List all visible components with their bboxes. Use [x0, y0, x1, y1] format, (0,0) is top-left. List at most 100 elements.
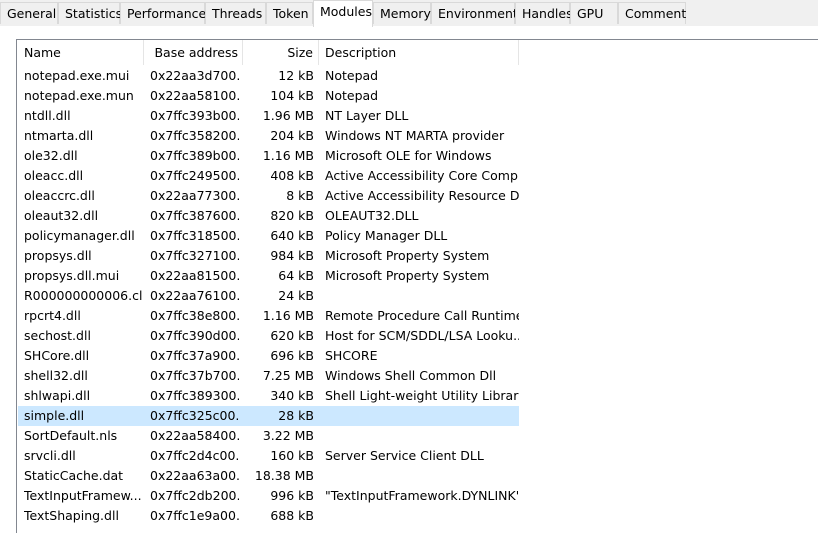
tab-memory[interactable]: Memory: [373, 2, 431, 24]
module-size: 24 kB: [278, 288, 314, 303]
module-name: SHCore.dll: [24, 348, 90, 363]
module-row[interactable]: policymanager.dll 0x7ffc318500... 640 kB Po…: [17, 226, 818, 246]
module-row[interactable]: TextShaping.dll 0x7ffc1e9a00... 688 kB: [17, 506, 818, 526]
module-base-address: 0x22aa58400...: [150, 428, 239, 443]
module-name: sechost.dll: [24, 328, 91, 343]
tab-handles[interactable]: Handles: [515, 2, 573, 24]
module-size: 64 kB: [278, 268, 314, 283]
module-base-address: 0x7ffc249500...: [150, 168, 239, 183]
module-base-address: 0x22aa81500...: [150, 268, 239, 283]
column-header-base-address[interactable]: Base address: [144, 40, 243, 65]
module-description: "TextInputFramework.DYNLINK": [325, 488, 519, 503]
module-name: propsys.dll: [24, 248, 92, 263]
module-base-address: 0x7ffc387600...: [150, 208, 239, 223]
module-size: 408 kB: [270, 168, 314, 183]
column-header-row: Name Base address Size Description: [17, 40, 818, 65]
column-header-name[interactable]: Name: [17, 40, 144, 65]
module-size: 204 kB: [270, 128, 314, 143]
module-size: 18.38 MB: [254, 468, 314, 483]
module-base-address: 0x7ffc390d00...: [150, 328, 239, 343]
module-row[interactable]: shlwapi.dll 0x7ffc389300... 340 kB Shell Li…: [17, 386, 818, 406]
module-description: Server Service Client DLL: [325, 448, 484, 463]
module-size: 620 kB: [270, 328, 314, 343]
module-base-address: 0x7ffc37b700...: [150, 368, 239, 383]
module-name: R000000000006.clb: [24, 288, 142, 303]
module-row[interactable]: ntdll.dll 0x7ffc393b00... 1.96 MB NT Layer …: [17, 106, 818, 126]
module-size: 104 kB: [270, 88, 314, 103]
module-name: notepad.exe.mun: [24, 88, 134, 103]
module-size: 820 kB: [270, 208, 314, 223]
module-description: SHCORE: [325, 348, 378, 363]
tab-general[interactable]: General: [0, 2, 58, 24]
module-description: Microsoft OLE for Windows: [325, 148, 492, 163]
module-name: shell32.dll: [24, 368, 88, 383]
module-description: Windows Shell Common Dll: [325, 368, 497, 383]
module-row[interactable]: oleacc.dll 0x7ffc249500... 408 kB Active Ac…: [17, 166, 818, 186]
module-description: Microsoft Property System: [325, 268, 490, 283]
modules-list[interactable]: Name Base address Size Description notep…: [16, 39, 818, 533]
tab-comment[interactable]: Comment: [618, 2, 686, 24]
module-row[interactable]: oleaut32.dll 0x7ffc387600... 820 kB OLEAUT3…: [17, 206, 818, 226]
module-name: srvcli.dll: [24, 448, 76, 463]
module-size: 1.16 MB: [262, 308, 314, 323]
module-name: ole32.dll: [24, 148, 78, 163]
module-size: 12 kB: [278, 68, 314, 83]
module-row[interactable]: notepad.exe.mui 0x22aa3d700... 12 kB Notepa…: [17, 66, 818, 86]
tab-performance[interactable]: Performance: [120, 2, 206, 24]
module-description: Shell Light-weight Utility Library: [325, 388, 519, 403]
tab-gpu[interactable]: GPU: [570, 2, 618, 24]
module-description: Remote Procedure Call Runtime: [325, 308, 519, 323]
module-size: 1.96 MB: [262, 108, 314, 123]
module-row[interactable]: simple.dll 0x7ffc325c00... 28 kB: [17, 406, 818, 426]
module-base-address: 0x7ffc358200...: [150, 128, 239, 143]
module-size: 3.22 MB: [262, 428, 314, 443]
module-description: Windows NT MARTA provider: [325, 128, 505, 143]
module-row[interactable]: rpcrt4.dll 0x7ffc38e800... 1.16 MB Remote P…: [17, 306, 818, 326]
module-base-address: 0x7ffc318500...: [150, 228, 239, 243]
module-row[interactable]: SHCore.dll 0x7ffc37a900... 696 kB SHCORE: [17, 346, 818, 366]
module-base-address: 0x22aa3d700...: [150, 68, 239, 83]
module-base-address: 0x7ffc389b00...: [150, 148, 239, 163]
module-row[interactable]: propsys.dll 0x7ffc327100... 984 kB Microsof…: [17, 246, 818, 266]
module-size: 8 kB: [286, 188, 314, 203]
module-name: simple.dll: [24, 408, 85, 423]
module-base-address: 0x22aa77300...: [150, 188, 239, 203]
module-description: Notepad: [325, 68, 379, 83]
module-size: 688 kB: [270, 508, 314, 523]
module-size: 984 kB: [270, 248, 314, 263]
module-size: 7.25 MB: [262, 368, 314, 383]
module-base-address: 0x7ffc325c00...: [150, 408, 239, 423]
column-header-size[interactable]: Size: [243, 40, 319, 65]
tab-threads[interactable]: Threads: [205, 2, 266, 24]
module-row[interactable]: StaticCache.dat 0x22aa63a00... 18.38 MB: [17, 466, 818, 486]
module-name: oleaccrc.dll: [24, 188, 95, 203]
module-base-address: 0x7ffc1e9a00...: [150, 508, 239, 523]
module-row[interactable]: ntmarta.dll 0x7ffc358200... 204 kB Windows …: [17, 126, 818, 146]
module-rows: notepad.exe.mui 0x22aa3d700... 12 kB Notepa…: [17, 66, 818, 526]
module-row[interactable]: ole32.dll 0x7ffc389b00... 1.16 MB Microsoft…: [17, 146, 818, 166]
module-description: NT Layer DLL: [325, 108, 409, 123]
tab-environment[interactable]: Environment: [431, 2, 518, 24]
module-size: 28 kB: [278, 408, 314, 423]
module-size: 996 kB: [270, 488, 314, 503]
module-row[interactable]: shell32.dll 0x7ffc37b700... 7.25 MB Windows…: [17, 366, 818, 386]
module-row[interactable]: R000000000006.clb 0x22aa76100... 24 kB: [17, 286, 818, 306]
module-description: OLEAUT32.DLL: [325, 208, 419, 223]
module-row[interactable]: srvcli.dll 0x7ffc2d4c00... 160 kB Server Se…: [17, 446, 818, 466]
module-name: ntdll.dll: [24, 108, 71, 123]
module-base-address: 0x7ffc37a900...: [150, 348, 239, 363]
module-row[interactable]: notepad.exe.mun 0x22aa58100... 104 kB Notep…: [17, 86, 818, 106]
module-row[interactable]: SortDefault.nls 0x22aa58400... 3.22 MB: [17, 426, 818, 446]
module-name: SortDefault.nls: [24, 428, 118, 443]
module-row[interactable]: sechost.dll 0x7ffc390d00... 620 kB Host for…: [17, 326, 818, 346]
modules-panel: Name Base address Size Description notep…: [0, 26, 818, 533]
tab-statistics[interactable]: Statistics: [58, 2, 122, 24]
module-base-address: 0x22aa63a00...: [150, 468, 239, 483]
tab-token[interactable]: Token: [266, 2, 313, 24]
module-row[interactable]: propsys.dll.mui 0x22aa81500... 64 kB Micros…: [17, 266, 818, 286]
column-header-description[interactable]: Description: [319, 40, 519, 65]
module-row[interactable]: oleaccrc.dll 0x22aa77300... 8 kB Active Acc…: [17, 186, 818, 206]
module-row[interactable]: TextInputFramew... 0x7ffc2db200... 996 kB "…: [17, 486, 818, 506]
tab-modules[interactable]: Modules: [313, 0, 373, 27]
module-base-address: 0x7ffc38e800...: [150, 308, 239, 323]
